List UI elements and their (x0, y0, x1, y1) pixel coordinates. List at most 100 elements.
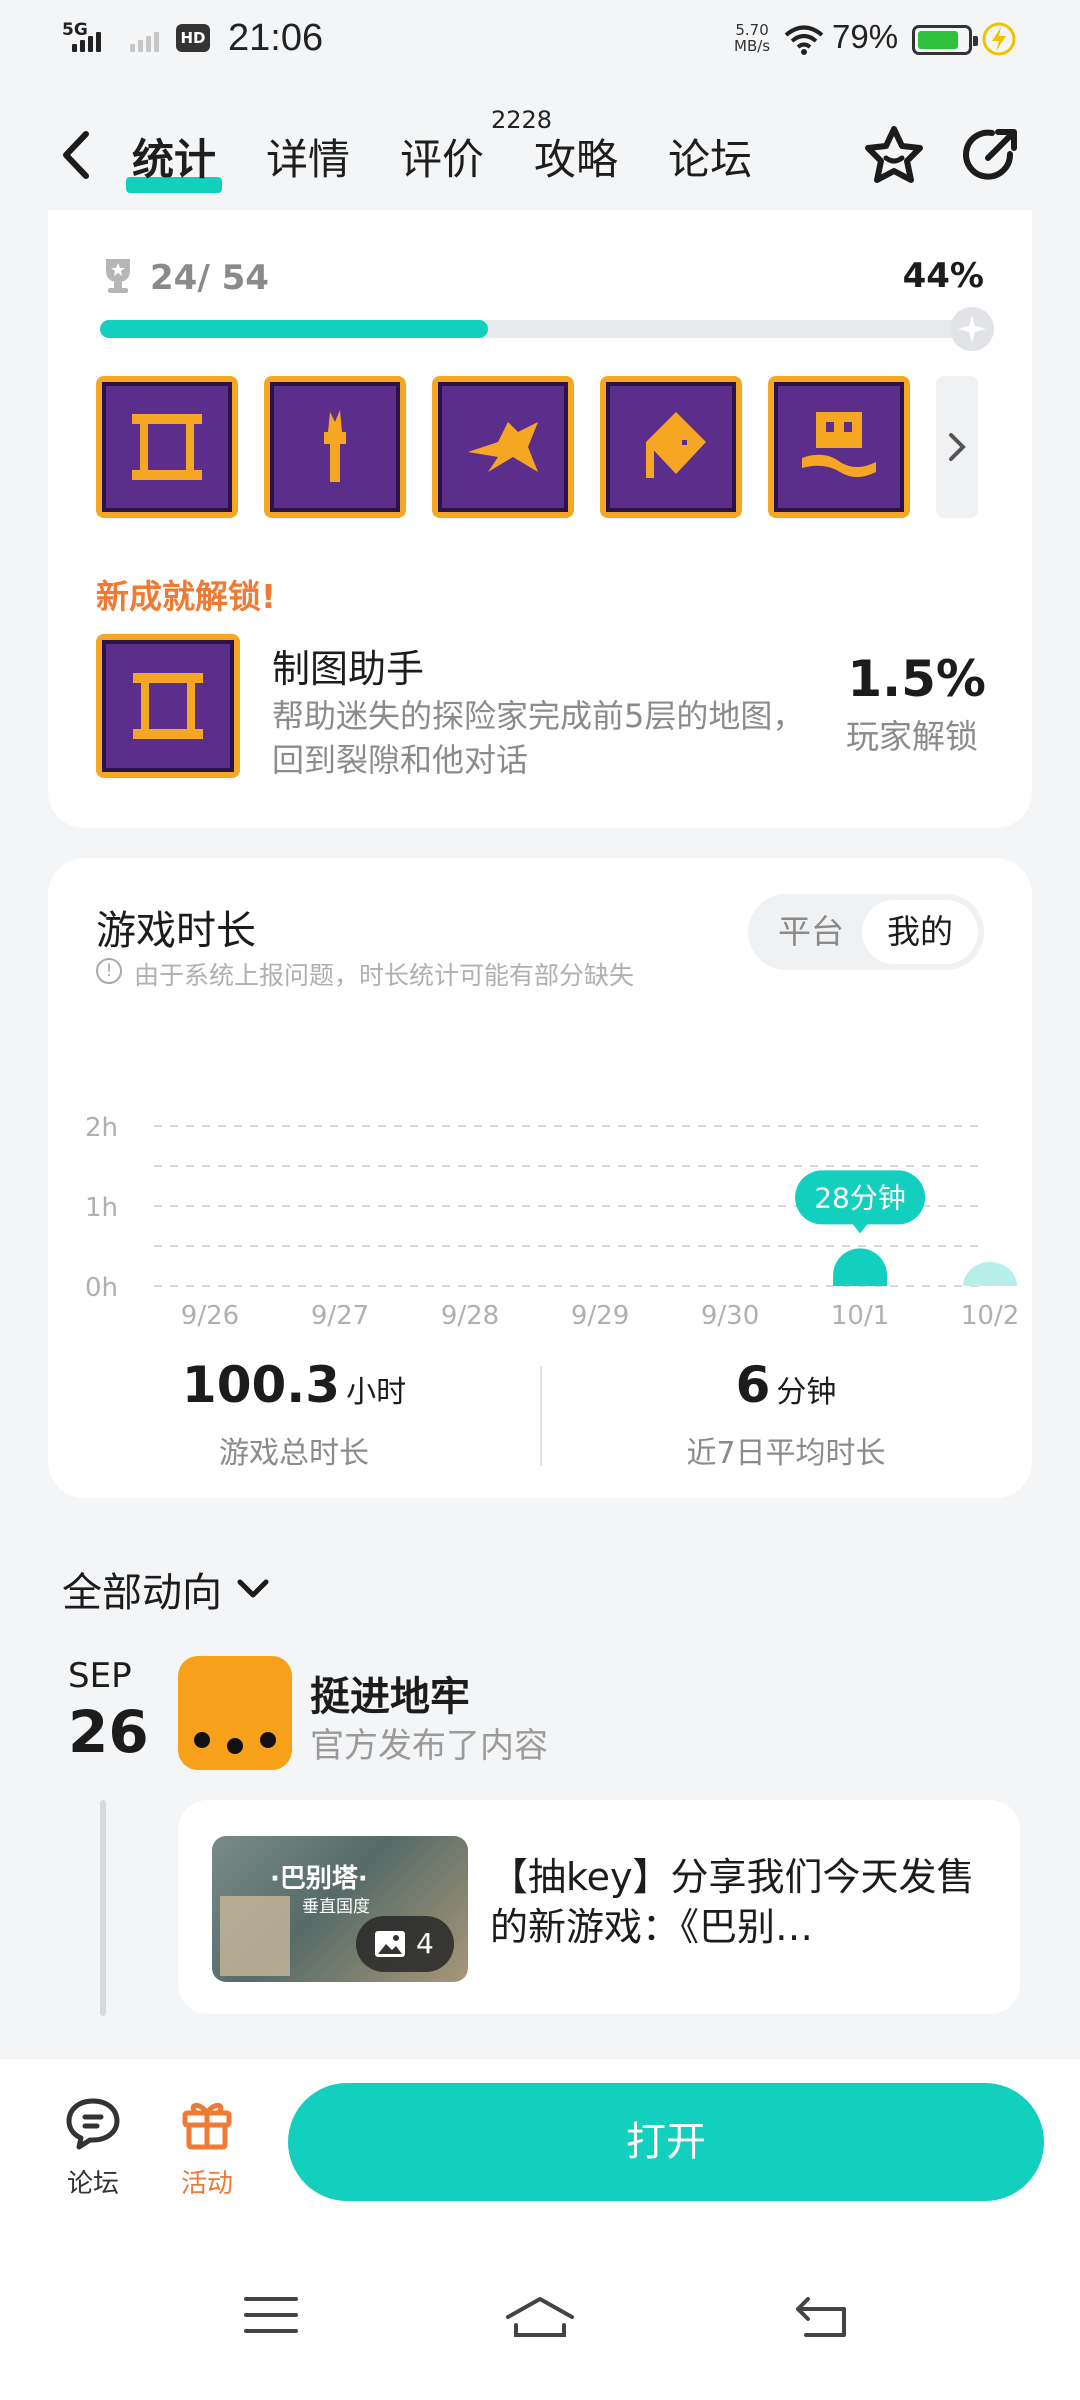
game-subtitle: 官方发布了内容 (310, 1726, 548, 1766)
activity-button[interactable]: 活动 (162, 2095, 252, 2200)
scroll-achievement-icon[interactable] (96, 376, 238, 518)
tab-forum[interactable]: 论坛 (668, 126, 752, 187)
wifi-icon (784, 25, 824, 55)
achievement-icons-row (96, 376, 910, 518)
new-achievement-icon[interactable] (96, 634, 240, 778)
new-achievement-rate-label: 玩家解锁 (846, 717, 978, 756)
timeline-line (100, 1800, 106, 2016)
chevron-right-icon (949, 433, 966, 461)
x-tick-label: 9/30 (701, 1301, 759, 1331)
total-playtime: 100.3 小时 游戏总时长 (48, 1356, 540, 1472)
total-unit: 小时 (346, 1375, 407, 1410)
total-label: 游戏总时长 (219, 1436, 369, 1471)
image-count-badge: 4 (356, 1916, 454, 1972)
y-tick-label: 1h (85, 1193, 118, 1223)
signal-2-icon (130, 30, 159, 52)
tab-guides[interactable]: 攻略 (534, 126, 618, 187)
x-tick-label: 10/1 (831, 1301, 889, 1331)
playtime-title: 游戏时长 (96, 908, 256, 954)
post-thumbnail[interactable]: ·巴别塔· 垂直国度 4 (212, 1836, 468, 1982)
activity-title: 全部动向 (62, 1570, 222, 1616)
achievement-count: 24/ 54 (150, 258, 269, 298)
post-text: 【抽key】分享我们今天发售的新游戏：《巴别… (490, 1855, 975, 1949)
playtime-note: 由于系统上报问题，时长统计可能有部分缺失 (134, 961, 635, 990)
achievements-more-button[interactable] (936, 376, 978, 518)
playtime-card: 游戏时长 ! 由于系统上报问题，时长统计可能有部分缺失 平台 我的 0h 1h 2h… (48, 858, 1032, 1498)
thumb-subtitle: 垂直国度 (302, 1897, 370, 1917)
achievement-percent: 44% (902, 256, 984, 296)
header-nav: 统计 详情 评价 2228 攻略 论坛 (0, 106, 1080, 200)
x-tick-label: 10/2 (961, 1301, 1019, 1331)
y-tick-label: 2h (85, 1113, 118, 1143)
tab-details[interactable]: 详情 (266, 126, 350, 187)
menu-nav-icon[interactable] (244, 2295, 298, 2335)
total-value: 100.3 (181, 1356, 341, 1414)
game-name[interactable]: 挺进地牢 (310, 1664, 470, 1722)
gift-icon (182, 2102, 232, 2150)
tower-achievement-icon[interactable] (768, 376, 910, 518)
network-speed: 5.70 MB/s (734, 22, 770, 54)
tab-reviews-label: 评价 (400, 135, 485, 184)
game-logo[interactable] (178, 1656, 292, 1770)
tab-reviews[interactable]: 评价 2228 (400, 106, 552, 187)
clock: 21:06 (228, 17, 324, 59)
x-tick-label: 9/28 (441, 1301, 499, 1331)
status-bar: 5G HD 21:06 5.70 MB/s 79% (0, 0, 1080, 80)
x-tick-label: 9/27 (311, 1301, 369, 1331)
info-icon: ! (96, 958, 122, 984)
playtime-chart: 0h 1h 2h 9/26 9/27 9/28 9/29 9/30 10/1 28分钟 10/2 (85, 1113, 1019, 1331)
platform-mine-toggle: 平台 我的 (748, 894, 984, 970)
new-achievement-rate: 1.5% (847, 650, 986, 708)
back-arrow-icon[interactable] (56, 128, 96, 182)
y-tick-label: 0h (85, 1273, 118, 1303)
average-playtime: 6 分钟 近7日平均时长 (540, 1356, 1032, 1472)
date-month: SEP (68, 1656, 132, 1696)
activity-label: 活动 (180, 2169, 233, 2199)
achievement-progress-bar (100, 307, 994, 351)
new-achievement-label: 新成就解锁! (96, 577, 277, 616)
image-count: 4 (416, 1927, 434, 1960)
progress-end-star-icon (950, 307, 994, 351)
tab-bar: 统计 详情 评价 2228 攻略 论坛 (125, 106, 802, 193)
creature-achievement-icon[interactable] (432, 376, 574, 518)
chart-bar[interactable] (833, 1248, 888, 1286)
achievements-card[interactable]: 24/ 54 44% 新成就解锁! 制图助手 帮助迷失的探险家完成前5层的地图，… (48, 210, 1032, 828)
activity-filter[interactable]: 全部动向 (62, 1560, 270, 1618)
avg-label: 近7日平均时长 (686, 1436, 886, 1471)
speed-unit: MB/s (734, 37, 771, 55)
post-card[interactable]: ·巴别塔· 垂直国度 4 【抽key】分享我们今天发售的新游戏：《巴别… (178, 1800, 1020, 2014)
battery-percent: 79% (832, 18, 899, 55)
new-achievement-description: 帮助迷失的探险家完成前5层的地图，回到裂隙和他对话 (272, 697, 805, 779)
avg-unit: 分钟 (776, 1375, 837, 1410)
open-game-button[interactable]: 打开 (288, 2083, 1044, 2201)
favorite-star-icon[interactable] (862, 124, 926, 186)
thumb-title: ·巴别塔· (270, 1864, 368, 1894)
share-icon[interactable] (960, 124, 1022, 186)
tab-stats[interactable]: 统计 (125, 126, 223, 193)
avg-value: 6 (735, 1356, 771, 1414)
progress-fill (100, 320, 489, 338)
chevron-down-icon (237, 1579, 269, 1598)
image-icon (375, 1931, 405, 1957)
torch-achievement-icon[interactable] (264, 376, 406, 518)
trophy-icon (106, 259, 130, 293)
hd-voice-badge: HD (176, 24, 210, 52)
forum-label: 论坛 (66, 2169, 119, 2199)
home-nav-icon[interactable] (504, 2295, 576, 2339)
speed-value: 5.70 (735, 21, 769, 39)
battery-icon (912, 25, 978, 55)
toggle-platform[interactable]: 平台 (778, 894, 844, 970)
x-tick-label: 9/29 (571, 1301, 629, 1331)
toggle-mine[interactable]: 我的 (862, 900, 978, 964)
back-nav-icon[interactable] (794, 2295, 850, 2339)
bar-tooltip-pointer (852, 1223, 869, 1234)
forum-button[interactable]: 论坛 (48, 2095, 138, 2200)
card-achievement-icon[interactable] (600, 376, 742, 518)
x-tick-label: 9/26 (181, 1301, 239, 1331)
bar-tooltip-label: 28分钟 (814, 1181, 906, 1214)
forum-chat-icon (66, 2098, 120, 2150)
chart-bar[interactable] (963, 1262, 1018, 1286)
bottom-action-bar: 论坛 活动 打开 (0, 2058, 1080, 2400)
signal-icon (72, 30, 101, 52)
new-achievement-name: 制图助手 (272, 647, 425, 691)
